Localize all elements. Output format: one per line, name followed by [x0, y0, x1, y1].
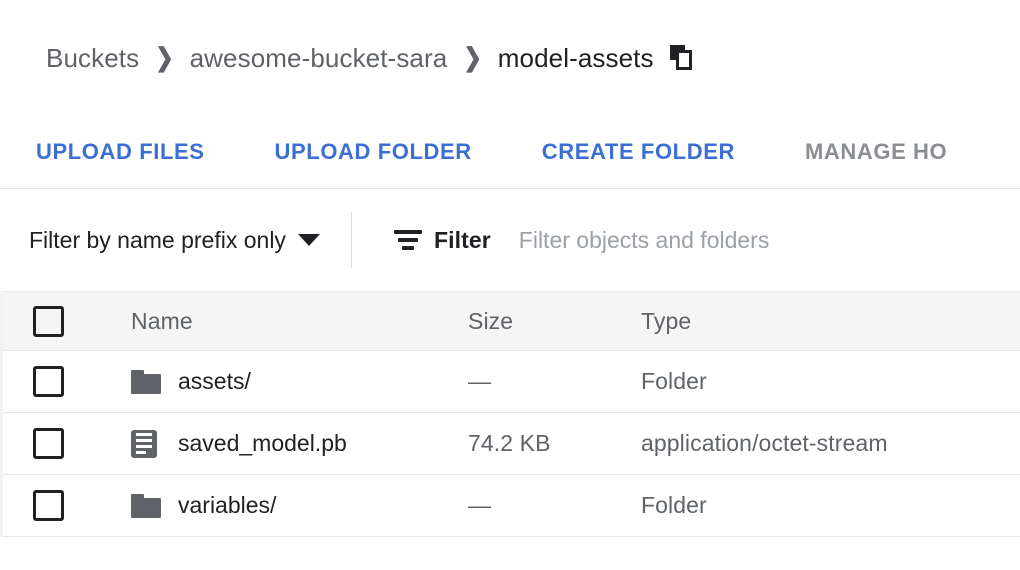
row-type-value: Folder — [641, 368, 707, 394]
row-checkbox[interactable] — [33, 428, 64, 459]
column-header-size-label: Size — [468, 308, 513, 334]
table-row[interactable]: saved_model.pb 74.2 KB application/octet… — [3, 413, 1020, 475]
object-table: Name Size Type assets/ — [0, 291, 1020, 537]
row-checkbox[interactable] — [33, 490, 64, 521]
row-name-cell: variables/ — [131, 492, 468, 519]
select-all-cell — [3, 306, 131, 337]
folder-icon-shape — [131, 370, 161, 394]
breadcrumb-item-buckets[interactable]: Buckets — [46, 43, 139, 74]
upload-files-button[interactable]: UPLOAD FILES — [36, 139, 205, 165]
table-row[interactable]: assets/ — Folder — [3, 351, 1020, 413]
copy-icon-front — [676, 50, 692, 70]
table-row[interactable]: variables/ — Folder — [3, 475, 1020, 537]
breadcrumb: Buckets ❯ awesome-bucket-sara ❯ model-as… — [0, 0, 1020, 116]
filter-toolbar: Filter by name prefix only Filter — [0, 189, 1020, 291]
file-icon-line-3 — [136, 445, 152, 448]
folder-icon — [131, 370, 161, 394]
filter-icon-bar-3 — [402, 246, 414, 250]
filter-prefix-label: Filter by name prefix only — [29, 227, 286, 254]
copy-icon[interactable] — [670, 45, 696, 71]
breadcrumb-item-current[interactable]: model-assets — [498, 43, 654, 74]
folder-icon-body — [131, 498, 161, 518]
row-select-cell — [3, 366, 131, 397]
upload-folder-button[interactable]: UPLOAD FOLDER — [275, 139, 472, 165]
row-type-cell: Folder — [641, 492, 1020, 519]
row-type-value: application/octet-stream — [641, 430, 888, 456]
row-name-link[interactable]: assets/ — [178, 368, 251, 395]
breadcrumb-separator-icon: ❯ — [463, 45, 481, 70]
breadcrumb-separator-icon: ❯ — [155, 45, 173, 70]
row-size-cell: — — [468, 368, 641, 395]
row-size-cell: — — [468, 492, 641, 519]
row-name-cell: assets/ — [131, 368, 468, 395]
folder-icon-body — [131, 374, 161, 394]
column-header-type-label: Type — [641, 308, 691, 334]
file-icon-line-4 — [136, 451, 146, 454]
file-icon-line-2 — [136, 439, 152, 442]
table-header-row: Name Size Type — [3, 291, 1020, 351]
folder-icon-shape — [131, 494, 161, 518]
row-type-value: Folder — [641, 492, 707, 518]
column-header-name[interactable]: Name — [131, 308, 468, 335]
folder-icon — [131, 494, 161, 518]
row-name-link[interactable]: saved_model.pb — [178, 430, 347, 457]
row-select-cell — [3, 490, 131, 521]
row-size-value: — — [468, 492, 491, 518]
select-all-checkbox[interactable] — [33, 306, 64, 337]
filter-icon-bar-1 — [394, 230, 422, 234]
row-select-cell — [3, 428, 131, 459]
filter-label: Filter — [434, 227, 491, 254]
column-header-size[interactable]: Size — [468, 308, 641, 335]
row-size-cell: 74.2 KB — [468, 430, 641, 457]
chevron-down-icon — [298, 234, 320, 246]
row-type-cell: application/octet-stream — [641, 430, 1020, 457]
row-checkbox[interactable] — [33, 366, 64, 397]
filter-vertical-separator — [351, 212, 352, 268]
filter-prefix-dropdown[interactable]: Filter by name prefix only — [29, 227, 320, 254]
file-icon-line-1 — [136, 433, 152, 436]
row-name-link[interactable]: variables/ — [178, 492, 276, 519]
row-name-cell: saved_model.pb — [131, 430, 468, 458]
breadcrumb-item-bucket[interactable]: awesome-bucket-sara — [190, 43, 448, 74]
object-browser-page: Buckets ❯ awesome-bucket-sara ❯ model-as… — [0, 0, 1020, 570]
filter-search-input[interactable] — [519, 227, 989, 254]
create-folder-button[interactable]: CREATE FOLDER — [542, 139, 735, 165]
manage-holds-button[interactable]: MANAGE HO — [805, 139, 947, 165]
row-size-value: 74.2 KB — [468, 430, 551, 456]
filter-icon-bar-2 — [398, 238, 418, 242]
file-icon-shape — [131, 430, 157, 458]
row-size-value: — — [468, 368, 491, 394]
row-type-cell: Folder — [641, 368, 1020, 395]
filter-icon[interactable] — [394, 229, 422, 251]
column-header-type[interactable]: Type — [641, 308, 1020, 335]
column-header-name-label: Name — [131, 308, 193, 335]
file-icon — [131, 430, 161, 458]
action-toolbar: UPLOAD FILES UPLOAD FOLDER CREATE FOLDER… — [0, 116, 1020, 188]
